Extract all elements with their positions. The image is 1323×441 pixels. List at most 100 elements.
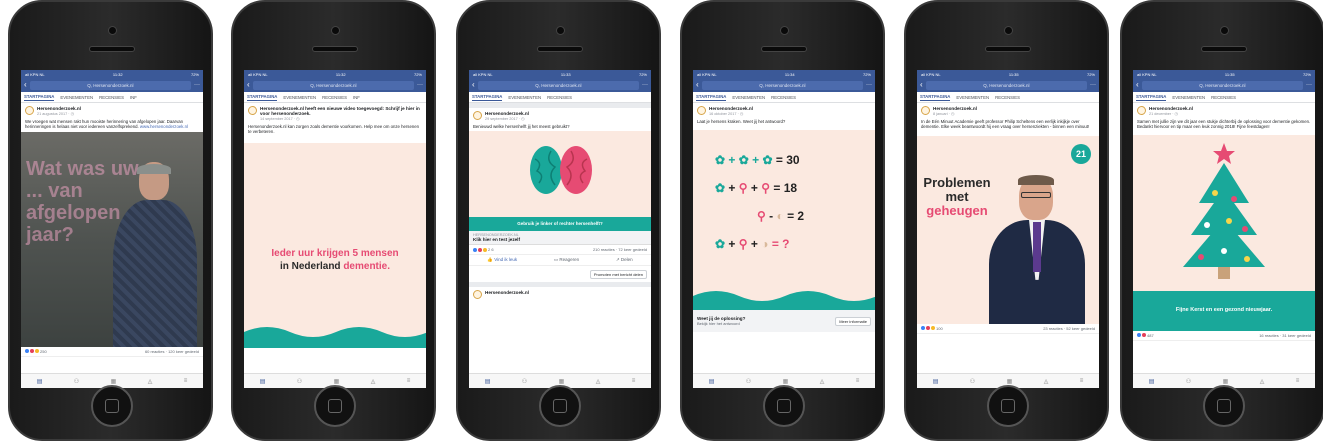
reaction-bar[interactable]: 2 6 210 reacties · 72 keer gedeeld [469,245,651,256]
tab-reviews[interactable]: RECENSIES [99,95,124,100]
menu-icon[interactable]: ≡ [856,378,860,384]
bell-icon[interactable]: ◬ [1260,378,1265,385]
tab-events[interactable]: EVENEMENTEN [732,95,765,100]
tab-events[interactable]: EVENEMENTEN [60,95,93,100]
more-icon[interactable]: ··· [642,82,648,88]
promote-button[interactable]: Promoten met bericht delen [589,269,647,279]
video-thumbnail[interactable]: Wat was uw ... van afgelopen jaar? [21,131,203,347]
more-info-button[interactable]: Meer informatie [835,316,871,326]
friends-icon[interactable]: ⚇ [746,378,751,385]
more-icon[interactable]: ··· [417,82,423,88]
search-field[interactable]: Q, Hersenonderzoek.nl [925,80,1087,90]
news-icon[interactable]: ▤ [933,378,939,385]
news-icon[interactable]: ▤ [485,378,491,385]
video-thumbnail[interactable]: Ieder uur krijgen 5 mensen in Nederland d… [244,142,426,348]
tab-events[interactable]: EVENEMENTEN [508,95,541,100]
avatar[interactable] [697,106,706,115]
video-thumbnail[interactable]: Problemen met geheugen 21 [917,135,1099,324]
share-button[interactable]: ↗ Delen [616,257,633,263]
next-post-name[interactable]: Hersenonderzoek.nl [485,290,529,295]
avatar[interactable] [25,106,34,115]
tab-home[interactable]: STARTPAGINA [696,94,727,101]
back-icon[interactable]: ‹ [24,81,27,89]
tab-reviews[interactable]: RECENSIES [771,95,796,100]
home-button[interactable] [987,385,1029,427]
post-headline[interactable]: Hersenonderzoek.nl heeft een nieuwe vide… [260,106,422,116]
tab-reviews[interactable]: RECENSIES [322,95,347,100]
bell-icon[interactable]: ◬ [596,378,601,385]
news-icon[interactable]: ▤ [709,378,715,385]
back-icon[interactable]: ‹ [472,81,475,89]
reaction-bar[interactable]: 100 23 reacties · 52 keer gedeeld [917,324,1099,334]
avatar[interactable] [1137,106,1146,115]
back-icon[interactable]: ‹ [696,81,699,89]
marketplace-icon[interactable]: ▦ [334,378,340,385]
marketplace-icon[interactable]: ▦ [559,378,565,385]
reaction-bar[interactable]: 487 16 reacties · 31 keer gedeeld [1133,331,1315,341]
tab-reviews[interactable]: RECENSIES [995,95,1020,100]
friends-icon[interactable]: ⚇ [970,378,975,385]
christmas-image[interactable]: Fijne Kerst en een gezond nieuwjaar. [1133,134,1315,331]
more-icon[interactable]: ··· [1306,82,1312,88]
home-button[interactable] [763,385,805,427]
search-field[interactable]: Q, Hersenonderzoek.nl [252,80,414,90]
tab-info[interactable]: INF [130,95,137,100]
tab-info[interactable]: INF [353,95,360,100]
link-preview[interactable]: HERSENONDERZOEK.NL Klik hier en test jeze… [469,231,651,246]
menu-icon[interactable]: ≡ [1080,378,1084,384]
reaction-bar[interactable]: 250 60 reacties · 120 keer gedeeld [21,347,203,357]
tab-reviews[interactable]: RECENSIES [1211,95,1236,100]
marketplace-icon[interactable]: ▦ [1223,378,1229,385]
menu-icon[interactable]: ≡ [184,378,188,384]
avatar[interactable] [248,106,257,115]
search-field[interactable]: Q, Hersenonderzoek.nl [701,80,863,90]
news-icon[interactable]: ▤ [37,378,43,385]
menu-icon[interactable]: ≡ [407,378,411,384]
bell-icon[interactable]: ◬ [148,378,153,385]
marketplace-icon[interactable]: ▦ [111,378,117,385]
home-button[interactable] [91,385,133,427]
search-field[interactable]: Q, Hersenonderzoek.nl [1141,80,1303,90]
friends-icon[interactable]: ⚇ [1186,378,1191,385]
tab-home[interactable]: STARTPAGINA [247,94,278,101]
home-button[interactable] [1203,385,1245,427]
cta-box[interactable]: Weet jij de oplossing? Bekijk hier het an… [693,310,875,333]
comment-button[interactable]: ▭ Reageren [554,257,579,263]
news-icon[interactable]: ▤ [1149,378,1155,385]
search-field[interactable]: Q, Hersenonderzoek.nl [29,80,191,90]
back-icon[interactable]: ‹ [247,81,250,89]
menu-icon[interactable]: ≡ [1296,378,1300,384]
tab-home[interactable]: STARTPAGINA [920,94,951,101]
post-link[interactable]: www.hersenonderzoek.nl [140,124,188,129]
avatar[interactable] [473,111,482,120]
bell-icon[interactable]: ◬ [1044,378,1049,385]
back-icon[interactable]: ‹ [920,81,923,89]
bell-icon[interactable]: ◬ [820,378,825,385]
friends-icon[interactable]: ⚇ [74,378,79,385]
back-icon[interactable]: ‹ [1136,81,1139,89]
like-button[interactable]: 👍 Vind ik leuk [487,257,517,263]
news-icon[interactable]: ▤ [260,378,266,385]
avatar[interactable] [921,106,930,115]
tab-home[interactable]: STARTPAGINA [1136,94,1167,101]
more-icon[interactable]: ··· [194,82,200,88]
post-image[interactable]: Gebruik je linker of rechter hersenhelft… [469,131,651,232]
tab-events[interactable]: EVENEMENTEN [956,95,989,100]
tab-home[interactable]: STARTPAGINA [24,94,55,101]
marketplace-icon[interactable]: ▦ [783,378,789,385]
menu-icon[interactable]: ≡ [632,378,636,384]
friends-icon[interactable]: ⚇ [297,378,302,385]
puzzle-image[interactable]: ✿ + ✿ + ✿ = 30 ✿ + ⚲ + ⚲ = 18 ⚲ - ◐ = 2 … [693,130,875,311]
more-icon[interactable]: ··· [1090,82,1096,88]
tab-home[interactable]: STARTPAGINA [472,94,503,101]
home-button[interactable] [539,385,581,427]
marketplace-icon[interactable]: ▦ [1007,378,1013,385]
more-icon[interactable]: ··· [866,82,872,88]
home-button[interactable] [314,385,356,427]
tab-events[interactable]: EVENEMENTEN [1172,95,1205,100]
bell-icon[interactable]: ◬ [371,378,376,385]
friends-icon[interactable]: ⚇ [522,378,527,385]
avatar[interactable] [473,290,482,300]
search-field[interactable]: Q, Hersenonderzoek.nl [477,80,639,90]
tab-reviews[interactable]: RECENSIES [547,95,572,100]
